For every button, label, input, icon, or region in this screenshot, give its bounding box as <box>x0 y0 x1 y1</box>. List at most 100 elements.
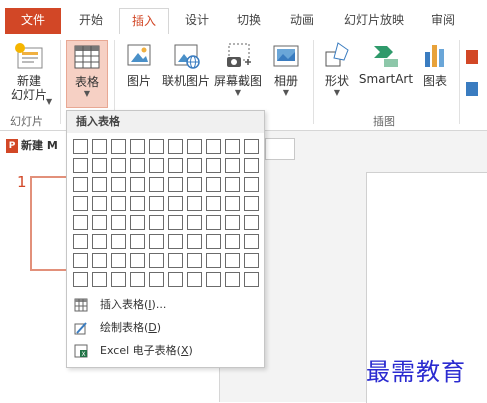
menu-item-excel-spreadsheet[interactable]: X Excel 电子表格(X) <box>67 341 264 361</box>
table-grid-cell[interactable] <box>73 253 88 268</box>
table-grid-cell[interactable] <box>187 139 202 154</box>
tab-design[interactable]: 设计 <box>174 8 220 34</box>
tab-insert[interactable]: 插入 <box>119 8 169 35</box>
table-grid-cell[interactable] <box>168 253 183 268</box>
table-grid-cell[interactable] <box>111 158 126 173</box>
overflow-icon-2[interactable] <box>466 82 478 96</box>
table-grid-cell[interactable] <box>92 139 107 154</box>
table-grid-cell[interactable] <box>149 253 164 268</box>
table-grid-cell[interactable] <box>92 196 107 211</box>
table-grid-cell[interactable] <box>187 158 202 173</box>
table-grid-cell[interactable] <box>111 215 126 230</box>
table-grid-cell[interactable] <box>225 215 240 230</box>
tab-review[interactable]: 审阅 <box>420 8 466 34</box>
table-grid-cell[interactable] <box>168 272 183 287</box>
table-grid-cell[interactable] <box>168 158 183 173</box>
table-grid-cell[interactable] <box>111 272 126 287</box>
table-grid-cell[interactable] <box>187 253 202 268</box>
table-grid-cell[interactable] <box>206 177 221 192</box>
table-button[interactable]: 表格 ▼ <box>66 40 108 108</box>
table-grid-cell[interactable] <box>187 177 202 192</box>
table-grid-cell[interactable] <box>73 177 88 192</box>
document-tab[interactable]: P 新建 M <box>6 136 66 156</box>
table-grid-cell[interactable] <box>225 158 240 173</box>
tab-home[interactable]: 开始 <box>68 8 114 34</box>
table-grid-cell[interactable] <box>244 272 259 287</box>
table-grid-cell[interactable] <box>225 272 240 287</box>
tab-transitions[interactable]: 切换 <box>226 8 272 34</box>
table-grid-cell[interactable] <box>206 253 221 268</box>
table-grid-cell[interactable] <box>244 139 259 154</box>
table-grid-cell[interactable] <box>92 253 107 268</box>
table-grid-cell[interactable] <box>149 215 164 230</box>
table-grid-cell[interactable] <box>92 234 107 249</box>
table-grid-cell[interactable] <box>244 158 259 173</box>
table-grid-cell[interactable] <box>73 158 88 173</box>
table-grid-cell[interactable] <box>187 272 202 287</box>
table-grid-cell[interactable] <box>225 253 240 268</box>
tab-slideshow[interactable]: 幻灯片放映 <box>335 8 413 34</box>
table-grid-cell[interactable] <box>130 177 145 192</box>
table-grid-cell[interactable] <box>149 177 164 192</box>
table-grid-cell[interactable] <box>111 253 126 268</box>
table-grid-cell[interactable] <box>244 253 259 268</box>
chart-button[interactable]: 图表 <box>418 40 452 100</box>
table-grid-cell[interactable] <box>225 139 240 154</box>
table-grid-cell[interactable] <box>187 196 202 211</box>
table-grid-cell[interactable] <box>168 215 183 230</box>
menu-item-draw-table[interactable]: 绘制表格(D) <box>67 318 264 338</box>
smartart-button[interactable]: SmartArt <box>358 40 414 100</box>
table-grid-cell[interactable] <box>92 215 107 230</box>
online-picture-button[interactable]: 联机图片 <box>160 40 212 100</box>
tab-animations[interactable]: 动画 <box>279 8 325 34</box>
table-grid-cell[interactable] <box>206 215 221 230</box>
screenshot-button[interactable]: 屏幕截图 ▼ <box>212 40 264 112</box>
table-grid-cell[interactable] <box>130 253 145 268</box>
table-grid-cell[interactable] <box>149 234 164 249</box>
table-grid-cell[interactable] <box>111 177 126 192</box>
table-grid-cell[interactable] <box>149 272 164 287</box>
table-grid-cell[interactable] <box>244 234 259 249</box>
table-grid-cell[interactable] <box>244 177 259 192</box>
table-grid-cell[interactable] <box>187 234 202 249</box>
table-grid-cell[interactable] <box>111 196 126 211</box>
table-grid-cell[interactable] <box>73 234 88 249</box>
table-grid-cell[interactable] <box>130 196 145 211</box>
table-grid-cell[interactable] <box>168 139 183 154</box>
table-grid-cell[interactable] <box>130 215 145 230</box>
table-grid-cell[interactable] <box>168 196 183 211</box>
picture-button[interactable]: 图片 <box>119 40 159 100</box>
table-grid-cell[interactable] <box>111 139 126 154</box>
table-grid-cell[interactable] <box>225 177 240 192</box>
menu-item-insert-table[interactable]: 插入表格(I)... <box>67 295 264 315</box>
table-grid-cell[interactable] <box>206 272 221 287</box>
table-grid-cell[interactable] <box>130 234 145 249</box>
tab-file[interactable]: 文件 <box>5 8 61 34</box>
album-button[interactable]: 相册 ▼ <box>268 40 304 112</box>
table-grid-cell[interactable] <box>73 215 88 230</box>
table-grid-cell[interactable] <box>111 234 126 249</box>
table-grid-cell[interactable] <box>187 215 202 230</box>
table-grid-cell[interactable] <box>225 234 240 249</box>
table-grid-cell[interactable] <box>92 272 107 287</box>
table-grid-cell[interactable] <box>206 139 221 154</box>
table-grid-cell[interactable] <box>168 177 183 192</box>
table-grid-cell[interactable] <box>92 177 107 192</box>
table-grid-cell[interactable] <box>206 196 221 211</box>
slide-placeholder-box[interactable] <box>265 138 295 160</box>
table-grid-cell[interactable] <box>130 139 145 154</box>
table-grid-cell[interactable] <box>73 139 88 154</box>
table-grid-cell[interactable] <box>149 158 164 173</box>
new-slide-button[interactable]: 新建 幻灯片 ▼ <box>5 40 53 112</box>
table-grid-cell[interactable] <box>206 234 221 249</box>
table-grid-cell[interactable] <box>206 158 221 173</box>
table-grid-cell[interactable] <box>149 196 164 211</box>
table-grid-cell[interactable] <box>244 215 259 230</box>
table-grid-cell[interactable] <box>92 158 107 173</box>
shapes-button[interactable]: 形状 ▼ <box>318 40 356 112</box>
table-grid-cell[interactable] <box>73 196 88 211</box>
table-grid-cell[interactable] <box>225 196 240 211</box>
table-grid-cell[interactable] <box>168 234 183 249</box>
table-grid-cell[interactable] <box>244 196 259 211</box>
table-grid-cell[interactable] <box>130 272 145 287</box>
